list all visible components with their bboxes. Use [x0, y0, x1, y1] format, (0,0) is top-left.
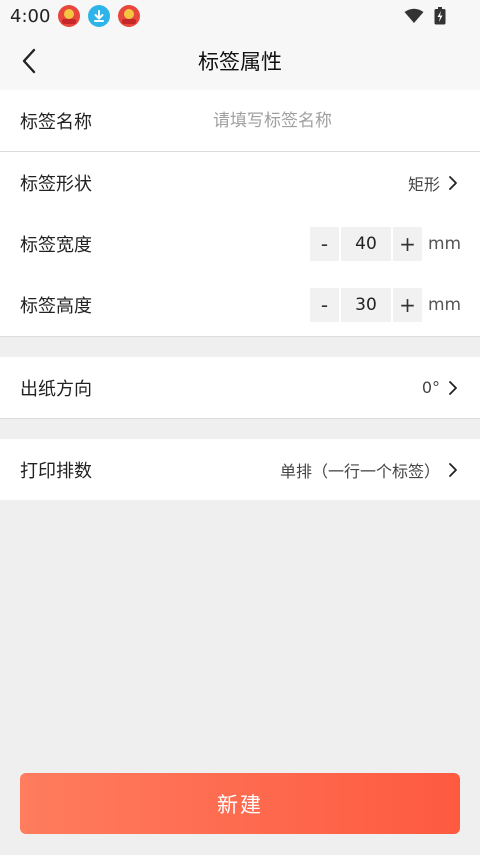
- create-button[interactable]: 新建: [20, 773, 460, 834]
- app-notification-icon: [58, 5, 81, 27]
- nav-bar: 标签属性: [0, 32, 480, 90]
- print-rows-card: 打印排数 单排（一行一个标签）: [0, 439, 480, 500]
- print-rows-row[interactable]: 打印排数 单排（一行一个标签）: [0, 439, 480, 500]
- width-value-field[interactable]: 40: [341, 227, 391, 261]
- status-indicators: [404, 7, 446, 25]
- height-increment-button[interactable]: +: [393, 288, 422, 322]
- label-size-card: 标签形状 矩形 标签宽度 - 40 + mm 标签高度 - 30 + mm: [0, 152, 480, 336]
- back-button[interactable]: [14, 46, 44, 76]
- height-unit: mm: [428, 295, 462, 315]
- label-shape-selector[interactable]: 矩形: [408, 152, 458, 213]
- paper-direction-value: 0°: [421, 378, 440, 397]
- label-width-label: 标签宽度: [20, 234, 92, 256]
- chevron-right-icon: [449, 462, 457, 477]
- width-increment-button[interactable]: +: [393, 227, 422, 261]
- label-name-label: 标签名称: [20, 111, 92, 133]
- height-decrement-button[interactable]: -: [310, 288, 339, 322]
- label-name-row: 标签名称: [0, 90, 480, 151]
- width-unit: mm: [428, 234, 462, 254]
- divider: [0, 336, 480, 337]
- print-rows-label: 打印排数: [20, 460, 92, 482]
- label-name-input[interactable]: [213, 108, 453, 134]
- paper-direction-card: 出纸方向 0°: [0, 357, 480, 418]
- label-width-stepper: - 40 + mm: [310, 227, 462, 261]
- battery-icon: [434, 7, 446, 25]
- label-height-label: 标签高度: [20, 295, 92, 317]
- download-icon: [88, 5, 111, 27]
- print-rows-value: 单排（一行一个标签）: [279, 461, 440, 481]
- label-height-row: 标签高度 - 30 + mm: [0, 274, 480, 335]
- paper-direction-row[interactable]: 出纸方向 0°: [0, 357, 480, 418]
- label-shape-value: 矩形: [407, 174, 440, 194]
- app-notification-icon: [118, 5, 141, 27]
- print-rows-selector[interactable]: 单排（一行一个标签）: [280, 439, 458, 500]
- label-shape-label: 标签形状: [20, 173, 92, 195]
- label-height-stepper: - 30 + mm: [310, 288, 462, 322]
- label-shape-row[interactable]: 标签形状 矩形: [0, 152, 480, 213]
- page-title: 标签属性: [198, 50, 282, 74]
- status-bar: 4:00: [0, 0, 480, 32]
- paper-direction-label: 出纸方向: [20, 378, 92, 400]
- back-icon: [22, 48, 36, 74]
- divider: [0, 418, 480, 419]
- label-width-row: 标签宽度 - 40 + mm: [0, 213, 480, 274]
- chevron-right-icon: [449, 175, 457, 190]
- height-value-field[interactable]: 30: [341, 288, 391, 322]
- status-time: 4:00: [10, 5, 51, 27]
- label-name-card: 标签名称: [0, 90, 480, 151]
- width-decrement-button[interactable]: -: [310, 227, 339, 261]
- chevron-right-icon: [449, 380, 457, 395]
- wifi-icon: [404, 8, 424, 23]
- paper-direction-selector[interactable]: 0°: [422, 357, 458, 418]
